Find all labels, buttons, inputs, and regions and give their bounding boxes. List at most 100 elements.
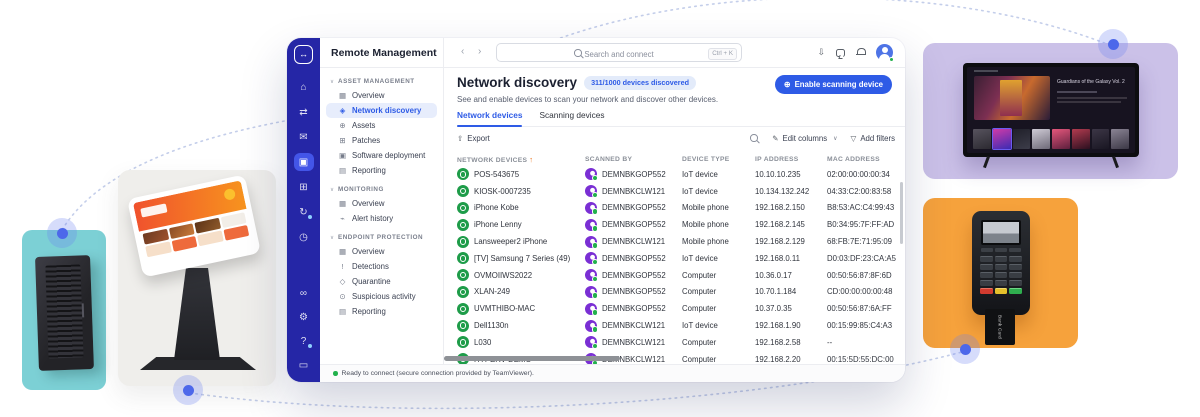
column-header[interactable]: SCANNED BY — [585, 156, 682, 163]
shortcut-hint: Ctrl + K — [708, 48, 737, 60]
sidebar-item-quarantine[interactable]: ◇ Quarantine — [326, 274, 437, 289]
sidebar-item-assets[interactable]: ⊕ Assets — [326, 118, 437, 133]
nav-section: ∨ ASSET MANAGEMENT ▦ Overview ◈ Network … — [326, 75, 437, 178]
device-icon — [457, 303, 469, 315]
device-icon — [457, 286, 469, 298]
connector-dot-kiosk — [173, 375, 203, 405]
scanner-icon — [585, 168, 597, 180]
server-rack-image — [35, 255, 94, 371]
table-row[interactable]: iPhone Lenny DEMNBKGOP552 Mobile phone 1… — [457, 216, 897, 233]
vertical-scrollbar[interactable] — [900, 182, 903, 244]
back-arrow-icon[interactable]: ‹ — [461, 46, 464, 57]
chevron-down-icon: ∨ — [330, 79, 334, 85]
table-header-row: NETWORK DEVICES↑SCANNED BYDEVICE TYPEIP … — [457, 152, 897, 166]
account-avatar[interactable] — [876, 44, 893, 61]
sidebar-item-patches[interactable]: ⊞ Patches — [326, 133, 437, 148]
scanner-icon — [585, 269, 597, 281]
search-box[interactable]: Ctrl + K — [496, 43, 742, 62]
tab-network-devices[interactable]: Network devices — [457, 110, 522, 126]
edit-columns-button[interactable]: ✎ Edit columns ∨ — [772, 134, 837, 143]
server-card — [22, 230, 106, 390]
settings-gear-icon[interactable]: ⚙ — [294, 308, 314, 326]
device-icon — [457, 320, 469, 332]
table-row[interactable]: Lansweeper2 iPhone DEMNBKCLW121 Mobile p… — [457, 233, 897, 250]
license-card-icon[interactable]: ▭ — [294, 356, 314, 374]
chat-icon[interactable]: ✉ — [294, 128, 314, 146]
export-button[interactable]: ⇧ Export — [457, 134, 490, 143]
kiosk-screen — [127, 174, 261, 277]
help-icon[interactable]: ? — [294, 332, 314, 350]
ready-status-dot — [333, 371, 338, 376]
table-row[interactable]: [TV] Samsung 7 Series (49) DEMNBKGOP552 … — [457, 250, 897, 267]
device-icon — [457, 252, 469, 264]
topbar: ‹ › Ctrl + K ⇩ — [444, 38, 905, 68]
teamviewer-logo-icon[interactable]: ↔ — [294, 45, 313, 64]
sidebar-item-suspicious-activity[interactable]: ⊙ Suspicious activity — [326, 289, 437, 304]
chevron-down-icon: ∨ — [330, 187, 334, 193]
home-icon[interactable]: ⌂ — [294, 78, 314, 96]
sidebar-item-detections[interactable]: ! Detections — [326, 259, 437, 274]
search-input[interactable] — [497, 46, 741, 63]
sidebar-item-overview[interactable]: ▦ Overview — [326, 244, 437, 259]
sidebar-item-overview[interactable]: ▦ Overview — [326, 88, 437, 103]
payment-terminal-image: Bank Card — [972, 211, 1030, 315]
tv-card: Guardians of the Galaxy Vol. 2 — [923, 43, 1178, 179]
sidebar-item-reporting[interactable]: ▤ Reporting — [326, 304, 437, 319]
sessions-icon[interactable]: ⇄ — [294, 103, 314, 121]
table-row[interactable]: OVMOIIWS2022 DEMNBKGOP552 Computer 10.36… — [457, 267, 897, 284]
forward-arrow-icon[interactable]: › — [478, 46, 481, 57]
scanner-icon — [585, 202, 597, 214]
sidebar-item-software-deployment[interactable]: ▣ Software deployment — [326, 148, 437, 163]
table-row[interactable]: iPhone Kobe DEMNBKGOP552 Mobile phone 19… — [457, 200, 897, 217]
table-row[interactable]: UVMTHIBO-MAC DEMNBKGOP552 Computer 10.37… — [457, 300, 897, 317]
sidebar-item-overview[interactable]: ▦ Overview — [326, 196, 437, 211]
nav-section: ∨ MONITORING ▦ Overview ⌁ Alert history — [326, 183, 437, 226]
table-search-icon[interactable] — [750, 134, 759, 143]
table-row[interactable]: POS-543675 DEMNBKGOP552 IoT device 10.10… — [457, 166, 897, 183]
sidebar-nav: ∨ ASSET MANAGEMENT ▦ Overview ◈ Network … — [320, 68, 443, 331]
online-status-dot — [889, 57, 895, 63]
table-row[interactable]: XLAN-249 DEMNBKGOP552 Computer 10.70.1.1… — [457, 284, 897, 301]
horizontal-scrollbar[interactable] — [444, 356, 620, 361]
integrations-icon[interactable]: ∞ — [294, 284, 314, 302]
table-row[interactable]: Dell1130n DEMNBKCLW121 IoT device 192.16… — [457, 317, 897, 334]
notifications-bell-icon[interactable] — [856, 48, 865, 58]
tv-movie-title: Guardians of the Galaxy Vol. 2 — [1057, 79, 1135, 85]
nav-section-header[interactable]: ∨ ASSET MANAGEMENT — [326, 75, 437, 88]
marketing-screenshot: Guardians of the Galaxy Vol. 2 Bank Card — [0, 0, 1200, 417]
sidebar-item-network-discovery[interactable]: ◈ Network discovery — [326, 103, 437, 118]
column-header[interactable]: MAC ADDRESS — [827, 156, 897, 163]
device-icon — [457, 185, 469, 197]
column-header[interactable]: IP ADDRESS — [755, 156, 827, 163]
sidebar-item-reporting[interactable]: ▤ Reporting — [326, 163, 437, 178]
nav-section-header[interactable]: ∨ MONITORING — [326, 183, 437, 196]
tab-bar: Network devices Scanning devices — [457, 110, 905, 127]
feedback-chat-icon[interactable] — [836, 49, 845, 57]
nav-section-header[interactable]: ∨ ENDPOINT PROTECTION — [326, 231, 437, 244]
sidebar-item-alert-history[interactable]: ⌁ Alert history — [326, 211, 437, 226]
tab-scanning-devices[interactable]: Scanning devices — [539, 110, 604, 126]
downloads-icon[interactable]: ⇩ — [817, 47, 825, 58]
icon-rail: ↔ ⌂ ⇄ ✉ ▣ ⊞ ↻ ◷ ∞ ⚙? ▭ — [287, 38, 320, 382]
device-icon — [457, 269, 469, 281]
table-row[interactable]: L030 DEMNBKCLW121 Computer 192.168.2.58 … — [457, 334, 897, 351]
filter-funnel-icon: ▽ — [851, 134, 857, 143]
page-content: Network discovery 311/1000 devices disco… — [444, 68, 905, 364]
scanner-icon — [585, 336, 597, 348]
add-filters-button[interactable]: ▽ Add filters — [851, 134, 895, 143]
service-queue-icon[interactable]: ⊞ — [294, 178, 314, 196]
remote-management-icon[interactable]: ▣ — [294, 153, 314, 171]
scanner-icon — [585, 320, 597, 332]
enable-scanning-device-button[interactable]: ⊕ Enable scanning device — [775, 75, 892, 94]
history-icon[interactable]: ◷ — [294, 228, 314, 246]
terminal-keypad — [972, 252, 1030, 294]
chevron-down-icon: ∨ — [330, 235, 334, 241]
table-toolbar: ⇧ Export ✎ Edit columns ∨ ▽ Add f — [457, 132, 895, 145]
column-header[interactable]: NETWORK DEVICES↑ — [457, 155, 585, 164]
sync-icon[interactable]: ↻ — [294, 203, 314, 221]
table-row[interactable]: KIOSK-0007235 DEMNBKCLW121 IoT device 10… — [457, 183, 897, 200]
scanner-icon — [585, 303, 597, 315]
column-header[interactable]: DEVICE TYPE — [682, 156, 755, 163]
status-bar: Ready to connect (secure connection prov… — [320, 364, 905, 382]
connector-dot-terminal — [950, 334, 980, 364]
